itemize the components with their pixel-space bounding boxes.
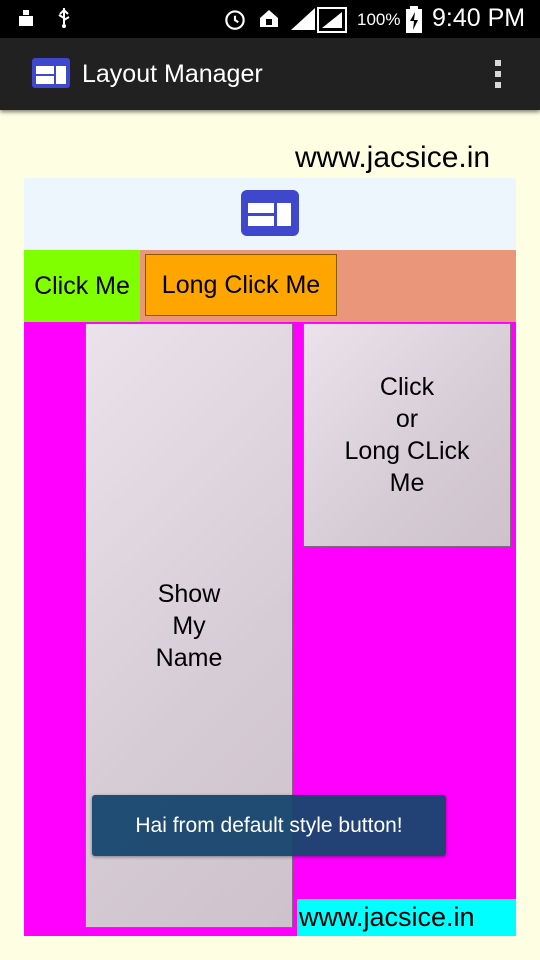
app-title: Layout Manager (82, 60, 263, 88)
signal-icon (316, 6, 348, 40)
click-or-long-click-button[interactable]: Click or Long CLick Me (303, 323, 511, 547)
button-label-line: Long CLick (344, 437, 470, 465)
status-bar: 100% 9:40 PM (0, 0, 540, 38)
header-band (24, 178, 516, 250)
button-label-line: Name (155, 643, 223, 672)
click-me-button[interactable]: Click Me (24, 250, 140, 322)
button-label-line: Show (157, 579, 221, 608)
button-label-line: Click (379, 373, 435, 401)
site-url-bottom[interactable]: www.jacsice.in (297, 899, 516, 936)
overflow-menu-icon[interactable] (486, 56, 510, 92)
layout-icon (31, 57, 71, 89)
alarm-icon (222, 6, 248, 38)
layout-icon (240, 189, 300, 237)
button-row: Click Me Long Click Me (24, 250, 516, 322)
button-label-line: My (172, 611, 206, 640)
toast-message: Hai from default style button! (92, 795, 446, 856)
button-label-line: Me (389, 469, 425, 497)
cleaner-icon (14, 6, 38, 36)
site-url-top: www.jacsice.in (295, 141, 491, 174)
usb-icon (52, 6, 76, 36)
long-click-me-button[interactable]: Long Click Me (145, 254, 337, 316)
home-icon (257, 6, 281, 36)
battery-charging-icon (404, 6, 424, 40)
action-bar: Layout Manager (0, 38, 540, 110)
signal-icon (289, 6, 317, 38)
button-label-line: or (395, 405, 419, 433)
battery-percent: 100% (357, 10, 401, 29)
status-time: 9:40 PM (432, 4, 526, 32)
